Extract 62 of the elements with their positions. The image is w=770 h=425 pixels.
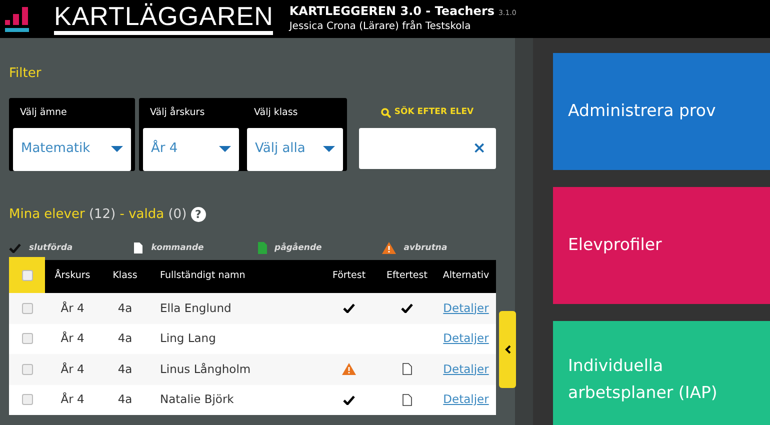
table-cell: 4a — [118, 362, 132, 376]
row-checkbox[interactable] — [22, 302, 32, 314]
collapse-toggle[interactable] — [499, 311, 516, 388]
field-label: Välj ämne — [19, 106, 68, 120]
column-header: Förtest — [332, 269, 366, 284]
students-heading: Mina elever (12) - valda (0) — [9, 206, 187, 224]
row-checkbox[interactable] — [22, 364, 32, 375]
details-link[interactable]: Detaljer — [443, 331, 489, 346]
legend-label: slutförda — [29, 242, 73, 254]
table-cell: Natalie Björk — [160, 392, 234, 406]
table-cell: Ling Lang — [160, 331, 216, 346]
help-button[interactable]: ? — [190, 206, 206, 222]
logo-icon — [4, 4, 30, 34]
table-cell: 4a — [118, 392, 132, 406]
legend-label: avbrutna — [404, 242, 448, 254]
details-link[interactable]: Detaljer — [443, 392, 489, 406]
warning-icon — [382, 242, 396, 254]
legend-label: pågående — [274, 242, 322, 254]
details-link[interactable]: Detaljer — [443, 362, 489, 376]
column-header: Fullständigt namn — [160, 270, 246, 282]
select-value: Matematik — [21, 140, 90, 158]
caret-icon — [111, 146, 123, 152]
table-cell: Linus Långholm — [160, 362, 251, 376]
checkbox[interactable] — [22, 270, 32, 280]
column-header: Klass — [112, 270, 138, 282]
menu-tile[interactable]: Administrera prov — [553, 53, 770, 170]
select-field[interactable]: Välj alla — [247, 128, 343, 170]
table-cell: År 4 — [60, 392, 84, 406]
row-checkbox[interactable] — [22, 333, 32, 344]
row-checkbox[interactable] — [22, 394, 32, 406]
legend-label: kommande — [151, 242, 204, 254]
select-value: Välj alla — [255, 140, 306, 158]
search-icon — [381, 108, 392, 118]
search-label: SÖK EFTER ELEV — [394, 106, 474, 119]
app-title: KARTLEGGEREN 3.0 - Teachers — [289, 4, 495, 19]
select-value: År 4 — [151, 139, 178, 158]
table-cell: År 4 — [60, 362, 84, 376]
document-icon — [258, 242, 266, 254]
search-field[interactable]: × — [359, 128, 496, 168]
caret-icon — [219, 146, 231, 152]
column-header: Årskurs — [54, 270, 90, 282]
menu-tile[interactable]: Individuella arbetsplaner (IAP) — [553, 321, 770, 425]
user-info: Jessica Crona (Lärare) från Testskola — [289, 19, 472, 34]
clear-button[interactable]: × — [472, 136, 486, 160]
section-title: Filter — [9, 65, 42, 83]
details-link[interactable]: Detaljer — [443, 300, 489, 315]
caret-icon — [323, 146, 335, 152]
check-icon — [9, 243, 21, 253]
table-cell: Ella Englund — [160, 300, 232, 315]
select-field[interactable]: År 4 — [143, 128, 239, 170]
table-cell: År 4 — [60, 300, 84, 315]
menu-tile[interactable]: Elevprofiler — [553, 187, 770, 304]
table-cell: 4a — [118, 300, 132, 315]
chevron-left-icon — [504, 345, 510, 354]
column-header: Alternativ — [442, 270, 490, 282]
field-label: Välj klass — [253, 106, 299, 120]
field-label: Välj årskurs — [149, 106, 206, 120]
select-field[interactable]: Matematik — [13, 128, 131, 170]
table-cell: År 4 — [60, 331, 84, 346]
column-header: Eftertest — [386, 269, 428, 284]
document-icon — [133, 242, 144, 254]
table-cell: 4a — [118, 331, 132, 346]
